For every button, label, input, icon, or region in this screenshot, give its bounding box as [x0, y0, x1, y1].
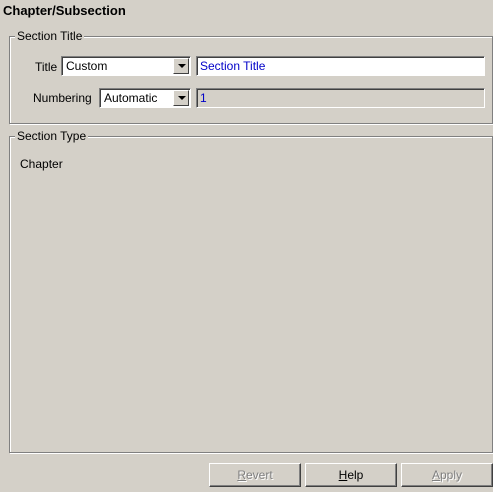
- numbering-label: Numbering: [33, 91, 92, 105]
- chevron-down-icon[interactable]: [173, 90, 189, 106]
- apply-rest: pply: [440, 468, 463, 482]
- help-rest: elp: [347, 468, 364, 482]
- title-label: Title: [35, 60, 58, 74]
- revert-accel: R: [237, 468, 246, 482]
- help-button[interactable]: Help: [305, 463, 397, 487]
- numbering-select-value: Automatic: [104, 91, 158, 105]
- title-text-field[interactable]: Section Title: [196, 56, 485, 76]
- apply-accel: A: [431, 468, 440, 482]
- chevron-down-icon[interactable]: [173, 58, 189, 74]
- panel-title: Chapter/Subsection: [3, 3, 126, 18]
- title-select-value: Custom: [66, 59, 108, 73]
- section-type-group: Section Type: [9, 129, 493, 453]
- section-title-legend: Section Title: [15, 29, 85, 43]
- section-title-group: Section Title: [9, 29, 493, 124]
- numbering-text-field: 1: [196, 88, 485, 108]
- section-type-legend: Section Type: [15, 129, 89, 143]
- apply-button[interactable]: Apply: [401, 463, 493, 487]
- numbering-select[interactable]: Automatic: [99, 88, 191, 108]
- title-select[interactable]: Custom: [61, 56, 191, 76]
- revert-rest: evert: [245, 468, 273, 482]
- revert-button[interactable]: Revert: [209, 463, 301, 487]
- section-type-value: Chapter: [20, 157, 63, 171]
